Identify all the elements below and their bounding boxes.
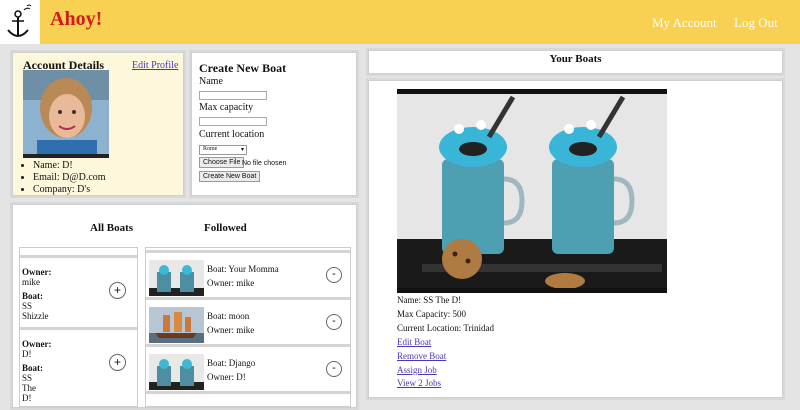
location-select[interactable]: Rome ▾ — [199, 145, 247, 155]
list-item: Boat: moon Owner: mike - — [146, 303, 350, 347]
create-boat-title: Create New Boat — [199, 61, 287, 75]
your-boats-panel: Name: SS The D! Max Capacity: 500 Curren… — [368, 80, 783, 398]
followed-title: Followed — [204, 222, 247, 234]
profile-photo — [23, 70, 109, 158]
boat-thumbnail — [149, 307, 204, 343]
account-details-panel: Account Details Edit Profile Name: D! Em… — [12, 52, 184, 196]
list-item: Owner: mike Boat: SS Shizzle + — [20, 262, 137, 330]
remove-boat-link[interactable]: Remove Boat — [397, 351, 446, 361]
account-name: Name: D! — [33, 160, 106, 172]
name-label: Name — [199, 76, 223, 87]
boat-value: SS — [22, 373, 33, 383]
chevron-down-icon: ▾ — [240, 147, 244, 153]
follow-button[interactable]: + — [109, 282, 126, 299]
create-boat-panel: Create New Boat Name Max capacity Curren… — [191, 52, 357, 196]
location-label: Current location — [199, 129, 265, 140]
boat-name-input[interactable] — [199, 91, 267, 100]
anchor-logo[interactable] — [0, 0, 40, 44]
brand-title[interactable]: Ahoy! — [50, 8, 102, 31]
followed-boat-owner: Owner: mike — [207, 325, 255, 335]
followed-boat-owner: Owner: D! — [207, 372, 246, 382]
boat-location: Current Location: Trinidad — [397, 323, 494, 333]
view-jobs-link[interactable]: View 2 Jobs — [397, 378, 441, 388]
followed-boat-owner: Owner: mike — [207, 278, 255, 288]
choose-file-button[interactable]: Choose File — [199, 157, 245, 168]
followed-boat-name: Boat: Django — [207, 358, 256, 368]
all-boats-title: All Boats — [90, 222, 134, 234]
file-status: No file chosen — [242, 160, 287, 167]
edit-profile-link[interactable]: Edit Profile — [132, 60, 178, 71]
unfollow-button[interactable]: - — [326, 314, 342, 330]
owner-label: Owner: — [22, 339, 52, 349]
followed-boat-name: Boat: Your Momma — [207, 264, 279, 274]
all-boats-list[interactable]: Owner: mike Boat: SS Shizzle + Owner: D!… — [19, 247, 138, 407]
boat-value: Shizzle — [22, 311, 49, 321]
boat-name: Name: SS The D! — [397, 295, 462, 305]
list-item: Boat: Your Momma Owner: mike - — [146, 256, 350, 300]
boat-photo — [397, 89, 667, 293]
unfollow-button[interactable]: - — [326, 361, 342, 377]
list-item: Boat: Django Owner: D! - — [146, 350, 350, 394]
top-bar: Ahoy! My Account Log Out — [0, 0, 800, 44]
owner-label: Owner: — [22, 267, 52, 277]
your-boats-header: Your Boats — [368, 50, 783, 74]
followed-boat-name: Boat: moon — [207, 311, 250, 321]
assign-job-link[interactable]: Assign Job — [397, 365, 437, 375]
log-out-link[interactable]: Log Out — [734, 15, 778, 31]
your-boats-title: Your Boats — [549, 53, 602, 65]
list-item: Owner: D! Boat: SS The D! + — [20, 334, 137, 406]
account-email: Email: D@D.com — [33, 172, 106, 184]
create-boat-button[interactable]: Create New Boat — [199, 171, 261, 182]
list-divider — [146, 248, 350, 253]
boat-value: SS — [22, 301, 33, 311]
capacity-label: Max capacity — [199, 102, 254, 113]
boat-thumbnail — [149, 354, 204, 390]
followed-list[interactable]: Boat: Your Momma Owner: mike - Boat: moo… — [145, 247, 351, 407]
boat-lists-panel: All Boats Followed Owner: mike Boat: SS … — [12, 204, 357, 408]
anchor-icon — [7, 4, 32, 37]
boat-capacity: Max Capacity: 500 — [397, 309, 466, 319]
edit-boat-link[interactable]: Edit Boat — [397, 337, 431, 347]
boat-thumbnail — [149, 260, 204, 296]
list-divider — [20, 248, 137, 258]
account-company: Company: D's — [33, 184, 106, 196]
unfollow-button[interactable]: - — [326, 267, 342, 283]
boat-value: The — [22, 383, 36, 393]
my-account-link[interactable]: My Account — [652, 15, 717, 31]
capacity-input[interactable] — [199, 117, 267, 126]
location-select-value: Rome — [203, 146, 218, 152]
boat-value: D! — [22, 393, 32, 403]
follow-button[interactable]: + — [109, 354, 126, 371]
